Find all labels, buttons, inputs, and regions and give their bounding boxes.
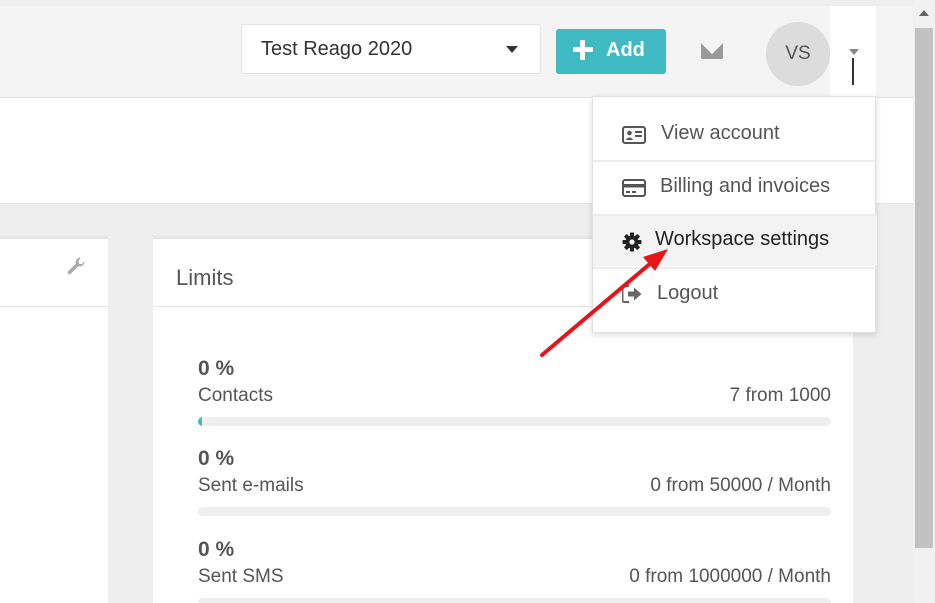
annotation-arrow <box>540 249 668 357</box>
limit-progress-bar <box>198 417 831 426</box>
top-header: Test Reago 2020 Add VS <box>0 6 913 98</box>
limit-percent: 0 % <box>198 447 235 470</box>
scrollbar-thumb[interactable] <box>915 28 933 548</box>
limit-row: Sent e-mails 0 from 50000 / Month <box>198 475 831 497</box>
limit-amount: 7 from 1000 <box>729 385 831 406</box>
limit-percent: 0 % <box>198 538 235 561</box>
menu-item-label: Billing and invoices <box>660 175 831 197</box>
credit-card-icon <box>622 179 646 197</box>
avatar[interactable]: VS <box>766 22 830 86</box>
menu-item-label: View account <box>661 122 780 144</box>
limit-row: Sent SMS 0 from 1000000 / Month <box>198 566 831 588</box>
wrench-icon[interactable] <box>66 256 86 276</box>
envelope-icon[interactable] <box>701 43 723 59</box>
menu-item-billing[interactable]: Billing and invoices <box>593 162 877 214</box>
vertical-scrollbar[interactable] <box>913 0 935 603</box>
limit-sent-emails: 0 % Sent e-mails 0 from 50000 / Month <box>198 447 831 516</box>
left-panel-header <box>0 239 108 307</box>
text-cursor-icon <box>852 58 854 85</box>
limit-name: Sent e-mails <box>198 475 304 496</box>
limit-progress-fill <box>198 417 203 426</box>
user-menu-toggle[interactable] <box>830 6 876 98</box>
limit-progress-bar <box>198 507 831 516</box>
limit-percent: 0 % <box>198 357 235 380</box>
limit-name: Contacts <box>198 385 273 406</box>
limit-amount: 0 from 1000000 / Month <box>629 566 831 587</box>
chevron-down-icon <box>506 46 518 53</box>
workspace-select-value: Test Reago 2020 <box>261 38 413 60</box>
limit-progress-bar <box>198 598 831 603</box>
id-card-icon <box>622 126 646 144</box>
workspace-select[interactable]: Test Reago 2020 <box>241 24 541 74</box>
limit-row: Contacts 7 from 1000 <box>198 385 831 407</box>
add-button[interactable]: Add <box>556 29 666 74</box>
limits-title: Limits <box>176 265 234 290</box>
limit-name: Sent SMS <box>198 566 284 587</box>
limit-amount: 0 from 50000 / Month <box>650 475 831 496</box>
menu-item-label: Workspace settings <box>655 228 830 250</box>
menu-item-view-account[interactable]: View account <box>593 109 877 161</box>
scroll-up-icon[interactable] <box>919 10 929 16</box>
limit-sent-sms: 0 % Sent SMS 0 from 1000000 / Month <box>198 538 831 603</box>
add-button-label: Add <box>606 39 645 61</box>
limit-contacts: 0 % Contacts 7 from 1000 <box>198 357 831 426</box>
plus-icon <box>573 40 593 60</box>
left-panel <box>0 236 108 603</box>
caret-down-icon <box>849 49 859 55</box>
